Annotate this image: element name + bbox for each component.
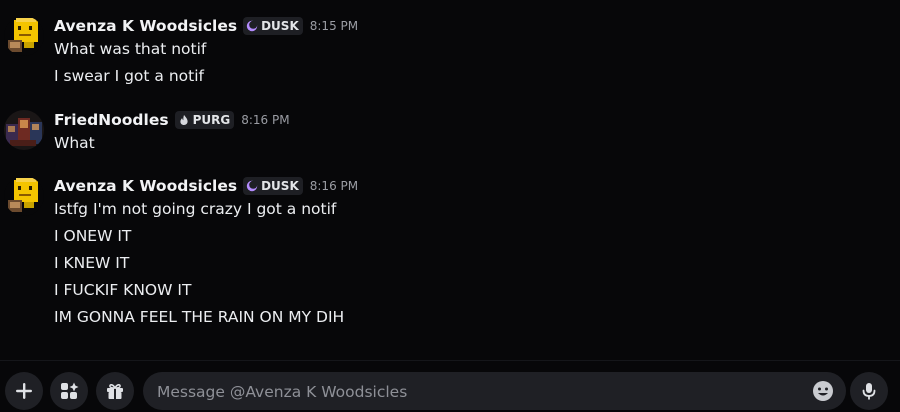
message-text: Istfg I'm not going crazy I got a notif bbox=[54, 200, 337, 218]
timestamp: 8:16 PM bbox=[241, 113, 290, 127]
voice-message-button[interactable] bbox=[850, 372, 888, 410]
message-group: Avenza K Woodsicles DUSK 8:16 PM Istfg I… bbox=[0, 176, 900, 336]
apps-button[interactable] bbox=[50, 372, 88, 410]
message-box bbox=[143, 372, 846, 412]
moon-icon bbox=[246, 180, 258, 192]
message-header: Avenza K Woodsicles DUSK 8:16 PM bbox=[54, 176, 358, 196]
avatar-image bbox=[4, 176, 44, 216]
chat-messages: Avenza K Woodsicles DUSK 8:15 PM What wa… bbox=[0, 0, 900, 360]
flame-icon bbox=[179, 115, 188, 125]
message-header: FriedNoodles PURG 8:16 PM bbox=[54, 110, 290, 130]
gift-icon bbox=[107, 384, 123, 399]
message-composer bbox=[0, 360, 900, 412]
message-text: I ONEW IT bbox=[54, 227, 132, 245]
message-text: What was that notif bbox=[54, 40, 207, 58]
avatar[interactable] bbox=[4, 110, 44, 150]
message-group: FriedNoodles PURG 8:16 PM What bbox=[0, 110, 900, 156]
message-text: I KNEW IT bbox=[54, 254, 130, 272]
message-text: IM GONNA FEEL THE RAIN ON MY DIH bbox=[54, 308, 345, 326]
avatar-image bbox=[4, 110, 44, 150]
apps-icon bbox=[61, 382, 79, 399]
avatar-image bbox=[4, 16, 44, 56]
message-header: Avenza K Woodsicles DUSK 8:15 PM bbox=[54, 16, 358, 36]
message-text: What bbox=[54, 134, 95, 152]
username[interactable]: Avenza K Woodsicles bbox=[54, 17, 237, 35]
timestamp: 8:15 PM bbox=[309, 19, 359, 33]
moon-icon bbox=[246, 20, 258, 32]
message-text: I swear I got a notif bbox=[54, 67, 204, 85]
plus-icon bbox=[16, 383, 32, 399]
message-input[interactable] bbox=[155, 372, 799, 412]
attach-button[interactable] bbox=[5, 372, 43, 410]
server-tag-label: PURG bbox=[192, 113, 231, 127]
avatar[interactable] bbox=[4, 16, 44, 56]
username[interactable]: FriedNoodles bbox=[54, 111, 169, 129]
microphone-icon bbox=[862, 383, 876, 400]
server-tag[interactable]: DUSK bbox=[243, 177, 303, 195]
emoji-button[interactable] bbox=[811, 379, 835, 403]
message-group: Avenza K Woodsicles DUSK 8:15 PM What wa… bbox=[0, 16, 900, 92]
timestamp: 8:16 PM bbox=[309, 179, 359, 193]
emoji-icon bbox=[813, 381, 833, 401]
avatar[interactable] bbox=[4, 176, 44, 216]
server-tag[interactable]: PURG bbox=[174, 111, 235, 129]
server-tag-label: DUSK bbox=[261, 19, 299, 33]
message-text: I FUCKIF KNOW IT bbox=[54, 281, 192, 299]
server-tag-label: DUSK bbox=[261, 179, 299, 193]
gift-button[interactable] bbox=[96, 372, 134, 410]
server-tag[interactable]: DUSK bbox=[243, 17, 303, 35]
username[interactable]: Avenza K Woodsicles bbox=[54, 177, 237, 195]
